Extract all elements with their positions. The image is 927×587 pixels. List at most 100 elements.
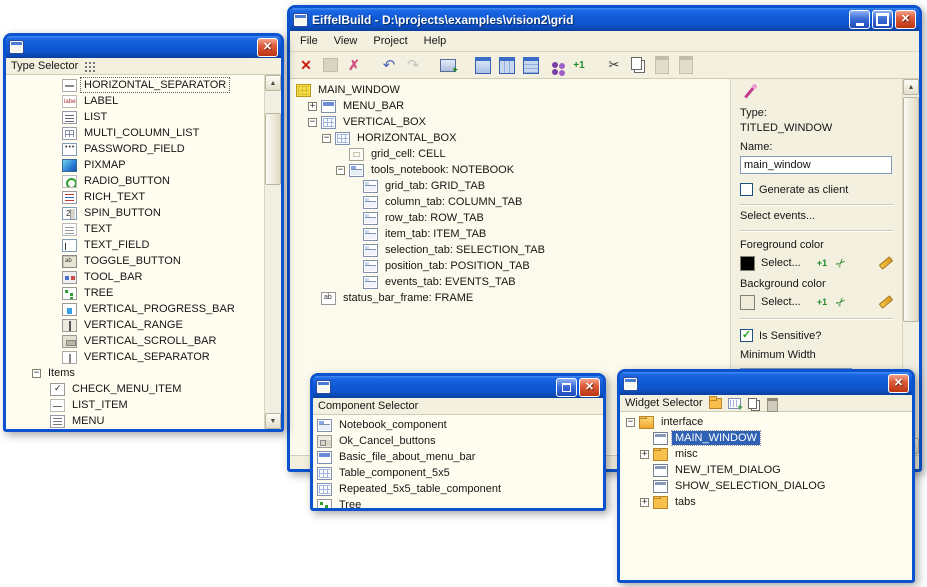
close-button[interactable]: [579, 378, 600, 397]
debug-users-icon[interactable]: [544, 54, 566, 76]
background-color-swatch[interactable]: [740, 295, 755, 310]
type-item[interactable]: VERTICAL_PROGRESS_BAR: [6, 301, 264, 317]
scroll-up-icon[interactable]: [265, 75, 281, 91]
type-list-scrollbar[interactable]: [264, 75, 281, 429]
redo-icon[interactable]: [402, 54, 424, 76]
tree-item[interactable]: grid_tab: GRID_TAB: [290, 178, 730, 194]
tree-item[interactable]: tools_notebook: NOTEBOOK: [290, 162, 730, 178]
tree-item[interactable]: status_bar_frame: FRAME: [290, 290, 730, 306]
type-item[interactable]: LIST: [6, 109, 264, 125]
apply-all-icon[interactable]: [814, 255, 830, 271]
folder-icon[interactable]: [709, 398, 722, 409]
apply-all-icon[interactable]: [814, 294, 830, 310]
background-select-label[interactable]: Select...: [761, 296, 811, 308]
type-item[interactable]: LIST_ITEM: [6, 397, 264, 413]
titlebar[interactable]: [6, 36, 281, 58]
type-item[interactable]: TEXT: [6, 221, 264, 237]
is-sensitive-checkbox[interactable]: Is Sensitive?: [740, 329, 894, 342]
cut-color-icon[interactable]: [833, 294, 849, 310]
component-item[interactable]: Basic_file_about_menu_bar: [313, 449, 603, 465]
copy-icon[interactable]: [747, 398, 760, 409]
add-one-icon[interactable]: [568, 54, 590, 76]
type-item[interactable]: VERTICAL_SEPARATOR: [6, 349, 264, 365]
paste-contents-icon[interactable]: [675, 54, 697, 76]
type-item[interactable]: PIXMAP: [6, 157, 264, 173]
wand-icon[interactable]: [742, 84, 758, 100]
copy-icon[interactable]: [627, 54, 649, 76]
widget-tree-item-selected[interactable]: MAIN_WINDOW: [620, 430, 912, 446]
widget-tree-item[interactable]: tabs: [620, 494, 912, 510]
type-item[interactable]: VERTICAL_RANGE: [6, 317, 264, 333]
type-item[interactable]: LABEL: [6, 93, 264, 109]
collapse-icon[interactable]: [32, 369, 41, 378]
scrollbar-thumb[interactable]: [265, 113, 281, 185]
type-item[interactable]: SPIN_BUTTON: [6, 205, 264, 221]
foreground-select-label[interactable]: Select...: [761, 257, 811, 269]
collapse-icon[interactable]: [322, 134, 331, 143]
collapse-icon[interactable]: [626, 418, 635, 427]
component-item[interactable]: Table_component_5x5: [313, 465, 603, 481]
type-item[interactable]: PASSWORD_FIELD: [6, 141, 264, 157]
type-item[interactable]: HORIZONTAL_SEPARATOR: [6, 77, 264, 93]
name-input[interactable]: [740, 156, 892, 174]
checkbox-checked-icon[interactable]: [740, 329, 753, 342]
maximize-button[interactable]: [872, 10, 893, 29]
drag-grid-icon[interactable]: [84, 61, 95, 72]
scroll-up-icon[interactable]: [903, 79, 919, 95]
tree-item[interactable]: HORIZONTAL_BOX: [290, 130, 730, 146]
close-button[interactable]: [888, 374, 909, 393]
tree-item[interactable]: grid_cell: CELL: [290, 146, 730, 162]
tree-item[interactable]: VERTICAL_BOX: [290, 114, 730, 130]
type-item[interactable]: CHECK_MENU_ITEM: [6, 381, 264, 397]
restore-button[interactable]: [556, 378, 577, 397]
expand-icon[interactable]: [640, 450, 649, 459]
tree-item[interactable]: selection_tab: SELECTION_TAB: [290, 242, 730, 258]
collapse-icon[interactable]: [336, 166, 345, 175]
tree-item[interactable]: MAIN_WINDOW: [290, 82, 730, 98]
minimize-button[interactable]: [849, 10, 870, 29]
type-item[interactable]: TOOL_BAR: [6, 269, 264, 285]
tree-item[interactable]: position_tab: POSITION_TAB: [290, 258, 730, 274]
close-button[interactable]: [257, 38, 278, 57]
type-item[interactable]: RADIO_BUTTON: [6, 173, 264, 189]
paste-icon[interactable]: [651, 54, 673, 76]
type-item[interactable]: VERTICAL_SCROLL_BAR: [6, 333, 264, 349]
remove-icon[interactable]: [343, 54, 365, 76]
widget-tree-item[interactable]: misc: [620, 446, 912, 462]
cut-color-icon[interactable]: [833, 255, 849, 271]
scroll-down-icon[interactable]: [265, 413, 281, 429]
edit-color-icon[interactable]: [878, 294, 894, 310]
cut-icon[interactable]: [603, 54, 625, 76]
menu-file[interactable]: File: [292, 32, 326, 50]
layout-view-icon[interactable]: [520, 54, 542, 76]
collapse-icon[interactable]: [308, 118, 317, 127]
grid-view-icon[interactable]: [496, 54, 518, 76]
type-group-items[interactable]: Items: [6, 365, 264, 381]
menu-help[interactable]: Help: [416, 32, 455, 50]
menu-view[interactable]: View: [326, 32, 366, 50]
edit-color-icon[interactable]: [878, 255, 894, 271]
widget-tree-item[interactable]: SHOW_SELECTION_DIALOG: [620, 478, 912, 494]
tree-item[interactable]: row_tab: ROW_TAB: [290, 210, 730, 226]
add-grid-icon[interactable]: [728, 398, 741, 409]
titlebar[interactable]: [620, 372, 912, 395]
paste-icon[interactable]: [766, 398, 779, 409]
save-icon[interactable]: [319, 54, 341, 76]
component-item[interactable]: Ok_Cancel_buttons: [313, 433, 603, 449]
type-item[interactable]: TOGGLE_BUTTON: [6, 253, 264, 269]
generate-icon[interactable]: [437, 54, 459, 76]
component-item[interactable]: Tree: [313, 497, 603, 508]
titlebar[interactable]: [313, 376, 603, 398]
scrollbar-thumb[interactable]: [903, 97, 919, 322]
component-item[interactable]: Repeated_5x5_table_component: [313, 481, 603, 497]
type-item[interactable]: TREE: [6, 285, 264, 301]
component-item[interactable]: Notebook_component: [313, 417, 603, 433]
checkbox-icon[interactable]: [740, 183, 753, 196]
tree-item[interactable]: column_tab: COLUMN_TAB: [290, 194, 730, 210]
generate-client-checkbox[interactable]: Generate as client: [740, 183, 894, 196]
close-button[interactable]: [895, 10, 916, 29]
type-item[interactable]: TEXT_FIELD: [6, 237, 264, 253]
menu-project[interactable]: Project: [365, 32, 415, 50]
widget-tree-item[interactable]: NEW_ITEM_DIALOG: [620, 462, 912, 478]
undo-icon[interactable]: [378, 54, 400, 76]
